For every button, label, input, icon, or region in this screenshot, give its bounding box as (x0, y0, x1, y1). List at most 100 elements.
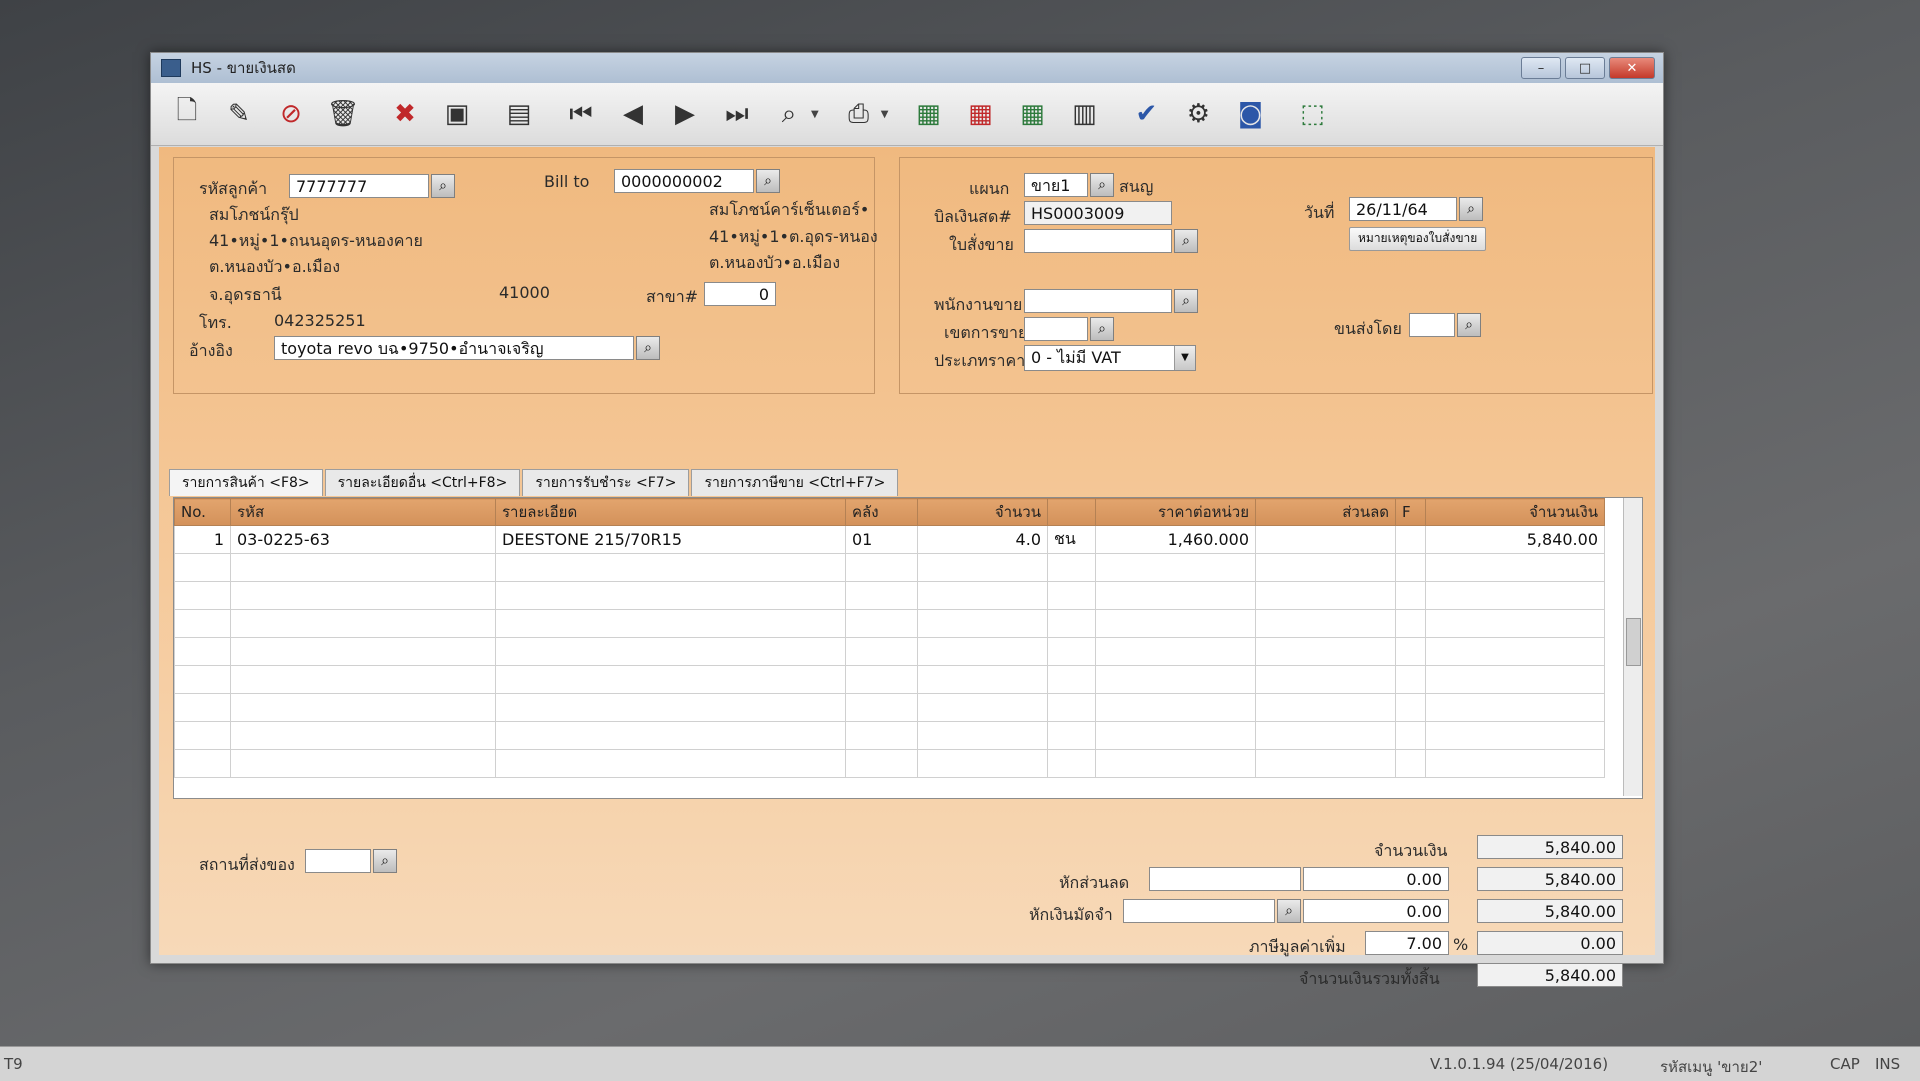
close-window-button[interactable]: ✕ (1609, 57, 1655, 79)
department-search-icon[interactable]: ⌕ (1090, 173, 1114, 197)
ok-icon[interactable]: ◙ (1228, 92, 1272, 136)
cell-quantity[interactable] (917, 693, 1048, 722)
cell-unit[interactable] (1047, 553, 1096, 582)
vat-rate-field[interactable]: 7.00 (1365, 931, 1449, 955)
cell-description[interactable] (495, 721, 846, 750)
salesperson-field[interactable] (1024, 289, 1172, 313)
new-doc-icon[interactable]: 🗋 (165, 92, 209, 136)
cell-flag[interactable] (1395, 609, 1426, 638)
col-header-amount[interactable]: จำนวนเงิน (1425, 498, 1605, 526)
cell-unit[interactable] (1047, 581, 1096, 610)
cell-flag[interactable] (1395, 525, 1426, 554)
cell-unit-price[interactable] (1095, 637, 1256, 666)
cell-no[interactable] (174, 553, 231, 582)
export-icon[interactable]: ⬚ (1290, 92, 1334, 136)
cell-unit-price[interactable] (1095, 609, 1256, 638)
discount-text-field[interactable] (1149, 867, 1301, 891)
cell-discount[interactable] (1255, 721, 1396, 750)
empty-table-row[interactable] (174, 693, 1605, 722)
cell-discount[interactable] (1255, 693, 1396, 722)
search-icon[interactable]: ⌕ (767, 92, 811, 136)
delete-icon[interactable]: 🗑 (321, 92, 365, 136)
cell-unit[interactable] (1047, 721, 1096, 750)
search-dropdown-icon[interactable]: ▼ (811, 109, 819, 120)
ship-by-search-icon[interactable]: ⌕ (1457, 313, 1481, 337)
deposit-text-field[interactable] (1123, 899, 1275, 923)
cell-no[interactable] (174, 721, 231, 750)
tab-other-details[interactable]: รายละเอียดอื่น <Ctrl+F8> (324, 469, 521, 496)
cell-warehouse[interactable] (845, 749, 918, 778)
cell-description[interactable] (495, 581, 846, 610)
cell-no[interactable]: 1 (174, 525, 231, 554)
col-header-flag[interactable]: F (1395, 498, 1426, 526)
cell-flag[interactable] (1395, 553, 1426, 582)
cell-no[interactable] (174, 749, 231, 778)
empty-table-row[interactable] (174, 637, 1605, 666)
price-type-select[interactable]: 0 - ไม่มี VAT ▼ (1024, 345, 1196, 371)
cell-amount[interactable] (1425, 749, 1605, 778)
cell-quantity[interactable]: 4.0 (917, 525, 1048, 554)
cell-unit[interactable] (1047, 693, 1096, 722)
cell-quantity[interactable] (917, 637, 1048, 666)
cell-quantity[interactable] (917, 553, 1048, 582)
sales-order-search-icon[interactable]: ⌕ (1174, 229, 1198, 253)
empty-table-row[interactable] (174, 721, 1605, 750)
billto-search-icon[interactable]: ⌕ (756, 169, 780, 193)
cell-flag[interactable] (1395, 749, 1426, 778)
printer-dropdown-icon[interactable]: ▼ (881, 109, 889, 120)
cell-unit-price[interactable] (1095, 749, 1256, 778)
cell-description[interactable]: DEESTONE 215/70R15 (495, 525, 846, 554)
next-record-icon[interactable]: ▶ (663, 92, 707, 136)
cell-code[interactable] (230, 609, 496, 638)
save-icon[interactable]: ▣ (435, 92, 479, 136)
col-header-no[interactable]: No. (174, 498, 231, 526)
cell-no[interactable] (174, 581, 231, 610)
cell-flag[interactable] (1395, 581, 1426, 610)
cell-flag[interactable] (1395, 693, 1426, 722)
ship-by-field[interactable] (1409, 313, 1455, 337)
cell-warehouse[interactable] (845, 721, 918, 750)
report-3-icon[interactable]: ▦ (1010, 92, 1054, 136)
col-header-warehouse[interactable]: คลัง (845, 498, 918, 526)
grid-scroll-thumb[interactable] (1626, 618, 1641, 666)
empty-table-row[interactable] (174, 749, 1605, 778)
cell-unit[interactable] (1047, 637, 1096, 666)
sales-area-search-icon[interactable]: ⌕ (1090, 317, 1114, 341)
deposit-search-icon[interactable]: ⌕ (1277, 899, 1301, 923)
cell-quantity[interactable] (917, 749, 1048, 778)
approve-ok-icon[interactable]: ✔ (1124, 92, 1168, 136)
first-record-icon[interactable]: ⏮ (559, 92, 603, 136)
cell-unit-price[interactable] (1095, 693, 1256, 722)
cell-warehouse[interactable] (845, 637, 918, 666)
cell-flag[interactable] (1395, 637, 1426, 666)
ship-location-field[interactable] (305, 849, 371, 873)
cell-discount[interactable] (1255, 637, 1396, 666)
bill-no-field[interactable]: HS0003009 (1024, 201, 1172, 225)
print-stack-icon[interactable]: ▤ (497, 92, 541, 136)
title-bar[interactable]: HS - ขายเงินสด – □ ✕ (151, 53, 1663, 83)
cancel-doc-icon[interactable]: ⊘ (269, 92, 313, 136)
cell-unit[interactable]: ชน (1047, 525, 1096, 554)
cell-description[interactable] (495, 553, 846, 582)
last-record-icon[interactable]: ⏭ (715, 92, 759, 136)
cell-unit-price[interactable] (1095, 665, 1256, 694)
cell-discount[interactable] (1255, 609, 1396, 638)
grid-scrollbar[interactable] (1623, 498, 1642, 796)
cell-no[interactable] (174, 609, 231, 638)
customer-search-icon[interactable]: ⌕ (431, 174, 455, 198)
cell-no[interactable] (174, 665, 231, 694)
date-field[interactable]: 26/11/64 (1349, 197, 1457, 221)
order-note-button[interactable]: หมายเหตุของใบสั่งขาย (1349, 227, 1487, 251)
cell-unit-price[interactable] (1095, 553, 1256, 582)
cell-amount[interactable]: 5,840.00 (1425, 525, 1605, 554)
cell-discount[interactable] (1255, 553, 1396, 582)
sales-order-field[interactable] (1024, 229, 1172, 253)
col-header-discount[interactable]: ส่วนลด (1255, 498, 1396, 526)
cell-flag[interactable] (1395, 665, 1426, 694)
col-header-description[interactable]: รายละเอียด (495, 498, 846, 526)
ship-location-search-icon[interactable]: ⌕ (373, 849, 397, 873)
cell-amount[interactable] (1425, 553, 1605, 582)
link-icon[interactable]: ⚙ (1176, 92, 1220, 136)
cell-discount[interactable] (1255, 749, 1396, 778)
close-red-icon[interactable]: ✖ (383, 92, 427, 136)
